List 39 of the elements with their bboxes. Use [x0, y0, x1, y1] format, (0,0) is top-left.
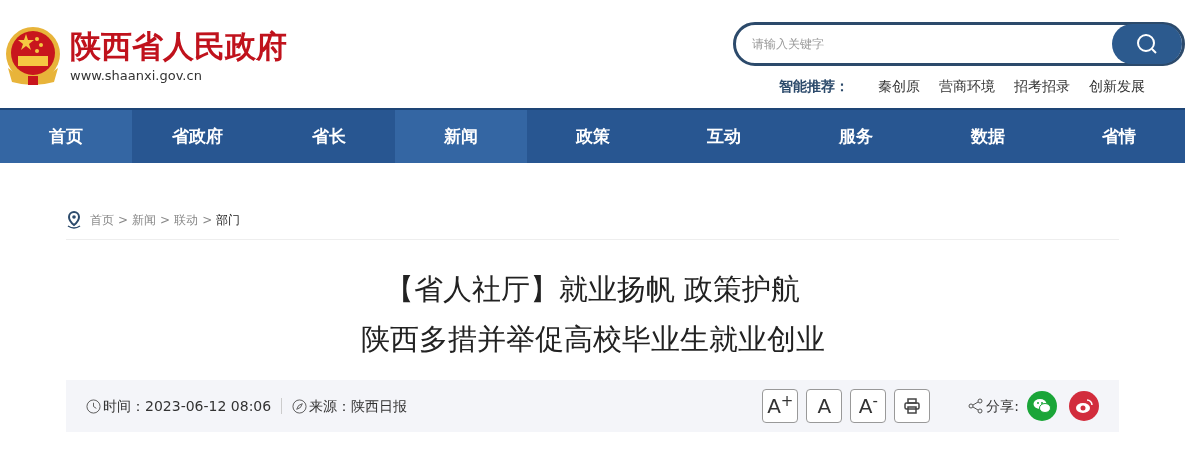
- breadcrumb-item: >: [202, 212, 213, 229]
- recommend-link[interactable]: 营商环境: [939, 76, 995, 97]
- printer-icon: [903, 397, 922, 415]
- recommend-link[interactable]: 创新发展: [1089, 76, 1145, 97]
- site-name: 陕西省人民政府: [70, 26, 287, 66]
- eye-signal-icon: [1075, 398, 1093, 414]
- compass-icon: [292, 398, 308, 414]
- font-larger-button[interactable]: A$^{+}$: [762, 389, 799, 423]
- nav-tab[interactable]: 新闻: [395, 110, 527, 163]
- font-smaller-button[interactable]: A$^{-}$: [850, 389, 887, 423]
- breadcrumb-item: >: [160, 212, 171, 229]
- publish-time: 时间：2023-06-12 08:06: [103, 396, 272, 416]
- breadcrumb-item[interactable]: 首页: [90, 211, 114, 229]
- article-title: 【省人社厅】就业扬帆 政策护航: [384, 271, 801, 308]
- article-source: 来源：陕西日报: [309, 396, 408, 416]
- breadcrumb-item[interactable]: 联动: [174, 211, 199, 229]
- share-label: 分享:: [986, 396, 1019, 416]
- search-field[interactable]: 请输入关键字: [752, 35, 1112, 53]
- chat-bubbles-icon: [1033, 398, 1051, 414]
- recommend-label: 智能推荐：: [779, 77, 849, 96]
- article-title: 陕西多措并举促高校毕业生就业创业: [360, 321, 825, 358]
- search-button[interactable]: [1112, 24, 1182, 64]
- search-icon: [1135, 32, 1159, 56]
- search-bar[interactable]: 请输入关键字: [733, 22, 1185, 66]
- breadcrumb-item: >: [118, 212, 129, 229]
- recommend-link[interactable]: 招考招录: [1014, 76, 1070, 97]
- site-url: www.shaanxi.gov.cn: [70, 66, 203, 85]
- recommend-link[interactable]: 秦创原: [878, 76, 920, 97]
- emblem-icon: [4, 26, 62, 86]
- print-button[interactable]: [894, 389, 931, 423]
- weibo-share-button[interactable]: [1069, 391, 1099, 421]
- font-normal-button[interactable]: A: [806, 389, 843, 423]
- wechat-share-button[interactable]: [1027, 391, 1057, 421]
- share-icon: [968, 398, 985, 414]
- breadcrumb-item[interactable]: 新闻: [132, 211, 157, 229]
- clock-icon: [86, 398, 101, 414]
- location-icon: [66, 211, 82, 229]
- breadcrumb-item[interactable]: 部门: [216, 211, 241, 229]
- nav-tab[interactable]: 首页: [0, 110, 132, 163]
